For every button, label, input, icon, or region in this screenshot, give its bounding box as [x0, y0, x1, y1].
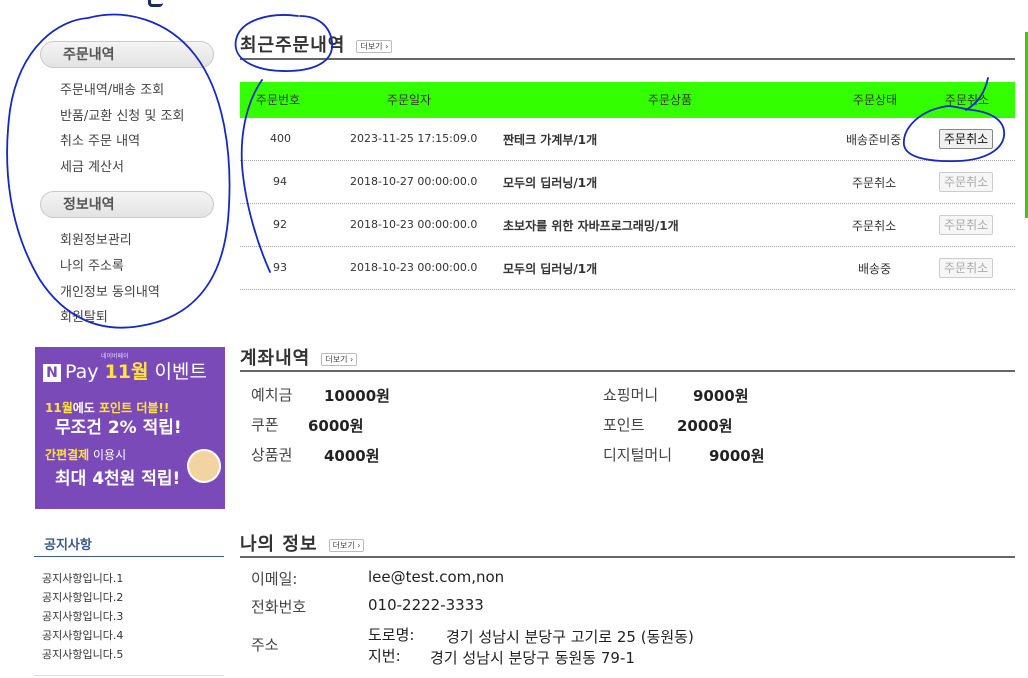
cancel-order-button[interactable]: 주문취소 [939, 129, 994, 149]
order-no: 94 [273, 175, 287, 188]
banner-line2: 무조건 2% 적립! [55, 418, 182, 438]
order-status: 주문취소 [852, 219, 897, 233]
row-divider [240, 160, 1015, 161]
order-date: 2018-10-23 00:00:00.0 [350, 218, 478, 231]
cancel-order-button[interactable]: 주문취소 [939, 172, 994, 192]
order-product[interactable]: 초보자를 위한 자바프로그래밍/1개 [503, 217, 679, 234]
giftcard-label: 상품권 [251, 446, 293, 464]
orders-table-header: 주문번호 주문일자 주문상품 주문상태 주문취소 [240, 82, 1015, 118]
col-status: 주문상태 [852, 93, 898, 107]
road-address-label: 도로명: [368, 626, 415, 644]
sidebar-item-order-delivery[interactable]: 주문내역/배송 조회 [60, 83, 164, 99]
orders-title: 최근주문내역 [240, 35, 346, 56]
myinfo-more-button[interactable]: 더보기 › [328, 539, 365, 552]
order-product[interactable]: 모두의 딥러닝/1개 [503, 260, 597, 277]
shopping-money-label: 쇼핑머니 [603, 386, 659, 404]
cancel-order-button[interactable]: 주문취소 [939, 258, 994, 278]
row-divider [240, 246, 1015, 247]
orders-header: 최근주문내역 더보기 › [240, 31, 393, 57]
row-divider [240, 289, 1015, 290]
order-status: 주문취소 [852, 176, 897, 190]
order-status: 배송준비중 [846, 133, 902, 147]
sidebar-item-privacy-consent[interactable]: 개인정보 동의내역 [60, 285, 160, 301]
myinfo-title-divider [240, 556, 1015, 558]
cancel-order-button[interactable]: 주문취소 [939, 215, 994, 235]
phone-value: 010-2222-3333 [368, 596, 484, 614]
banner-event: 이벤트 [154, 361, 207, 383]
notice-item[interactable]: 공지사항입니다.4 [42, 627, 123, 643]
sidebar-item-address-book[interactable]: 나의 주소록 [60, 259, 124, 275]
coupon-label: 쿠폰 [251, 416, 279, 434]
sidebar-section-orders: 주문내역 [40, 41, 214, 68]
email-value: lee@test.com,non [368, 568, 505, 586]
col-order-no: 주문번호 [255, 93, 301, 107]
notice-bottom-divider [34, 675, 224, 676]
col-product: 주문상품 [647, 93, 693, 107]
shopping-money-value: 9000원 [693, 387, 749, 405]
order-status: 배송중 [858, 262, 892, 276]
banner-heading: N Pay 11월 이벤트 [43, 357, 207, 384]
col-cancel: 주문취소 [944, 93, 990, 107]
notice-item[interactable]: 공지사항입니다.3 [42, 608, 123, 624]
address-label: 주소 [251, 636, 279, 654]
road-address-value: 경기 성남시 분당구 고기로 25 (동원동) [446, 628, 694, 646]
order-date: 2018-10-23 00:00:00.0 [350, 261, 478, 274]
point-label: 포인트 [603, 416, 645, 434]
order-no: 92 [273, 218, 287, 231]
notice-item[interactable]: 공지사항입니다.1 [42, 570, 123, 586]
lot-address-label: 지번: [368, 647, 401, 665]
order-product[interactable]: 모두의 딥러닝/1개 [503, 174, 597, 191]
account-title-divider [240, 370, 1015, 372]
giftcard-value: 4000원 [324, 447, 380, 465]
banner-line4: 최대 4천원 적립! [55, 469, 181, 489]
col-order-date: 주문일자 [386, 93, 432, 107]
sidebar-item-return-exchange[interactable]: 반품/교환 신청 및 조회 [60, 109, 184, 125]
digital-money-label: 디지털머니 [603, 446, 673, 464]
order-date: 2018-10-27 00:00:00.0 [350, 175, 478, 188]
notice-divider [34, 556, 224, 557]
account-more-button[interactable]: 더보기 › [321, 353, 358, 366]
coin-icon [183, 445, 225, 487]
orders-more-button[interactable]: 더보기 › [356, 40, 393, 53]
order-no: 93 [273, 261, 287, 274]
account-header: 계좌내역 더보기 › [240, 344, 358, 370]
notice-item[interactable]: 공지사항입니다.2 [42, 589, 123, 605]
sidebar-item-tax-invoice[interactable]: 세금 계산서 [60, 160, 124, 176]
sidebar-item-member-info[interactable]: 회원정보관리 [60, 233, 132, 249]
header-fragment [148, 0, 163, 7]
sidebar-item-cancelled-orders[interactable]: 취소 주문 내역 [60, 134, 140, 150]
email-label: 이메일: [251, 570, 298, 588]
notice-item[interactable]: 공지사항입니다.5 [42, 646, 123, 662]
order-product[interactable]: 짠테크 가계부/1개 [503, 131, 597, 148]
myinfo-header: 나의 정보 더보기 › [240, 530, 365, 556]
banner-brand: Pay [65, 361, 99, 383]
banner-month: 11월 [104, 361, 149, 383]
myinfo-title: 나의 정보 [240, 534, 318, 555]
order-no: 400 [270, 132, 291, 145]
npay-logo-icon: N [43, 364, 61, 382]
sidebar-section-info: 정보내역 [40, 191, 214, 218]
notice-title[interactable]: 공지사항 [44, 534, 92, 553]
banner-line3: 간편결제 이용시 [45, 448, 127, 462]
digital-money-value: 9000원 [709, 447, 765, 465]
account-title: 계좌내역 [240, 348, 311, 369]
npay-event-banner[interactable]: 네이버페이 N Pay 11월 이벤트 11월에도 포인트 더블!! 무조건 2%… [35, 347, 225, 509]
lot-address-value: 경기 성남시 분당구 동원동 79-1 [430, 649, 635, 667]
deposit-label: 예치금 [251, 386, 293, 404]
deposit-value: 10000원 [324, 387, 390, 405]
coupon-value: 6000원 [308, 417, 364, 435]
sidebar-item-withdraw[interactable]: 회원탈퇴 [60, 310, 108, 326]
point-value: 2000원 [677, 417, 733, 435]
phone-label: 전화번호 [251, 598, 307, 616]
order-date: 2023-11-25 17:15:09.0 [350, 132, 478, 145]
row-divider [240, 203, 1015, 204]
orders-title-divider [240, 58, 1015, 60]
